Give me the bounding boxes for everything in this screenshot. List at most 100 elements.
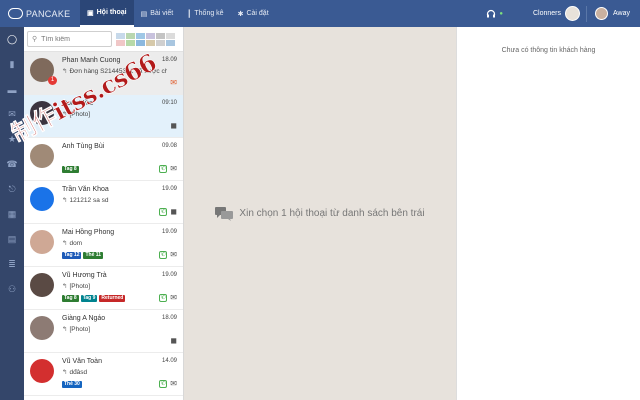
bookmark-icon[interactable]: ▮ — [0, 52, 24, 77]
tag-filter-swatch[interactable] — [156, 32, 165, 39]
contact-name: Vũ Hương Trà — [62, 272, 107, 279]
search-icon: ⚲ — [32, 36, 38, 43]
conversation-item[interactable]: Vũ Hương Trà 19.09 ↰ [Photo] Tag 8 Tag 9 Retur… — [24, 267, 183, 310]
conversation-item[interactable]: Giàng A Ngáo 18.09 ↰ [Photo] ◼ — [24, 310, 183, 353]
nav-posts[interactable]: ▤ Bài viết — [134, 0, 181, 27]
tag-filter-swatch[interactable] — [156, 39, 165, 46]
phone-icon: ✆ — [159, 250, 168, 259]
message-icons: ◼ — [170, 336, 177, 345]
nav-label: Cài đặt — [246, 10, 269, 17]
mail-icon: ✉ — [170, 379, 177, 388]
tag-filter-swatch[interactable] — [136, 32, 145, 39]
chat-icon: ▣ — [87, 9, 94, 17]
reply-icon: ↰ — [62, 197, 68, 204]
tag-filter-swatch[interactable] — [126, 32, 135, 39]
conversation-icon — [215, 206, 234, 221]
nav-settings[interactable]: ✱ Cài đặt — [231, 0, 276, 27]
conversation-tags: Tag 12 Thẻ 11 — [62, 252, 104, 259]
nav-statistics[interactable]: ┃ Thống kê — [180, 0, 230, 27]
message-icons: ✆ ✉ — [159, 293, 177, 302]
timestamp: 18.09 — [161, 57, 177, 63]
message-snippet: ↰ [Photo] — [62, 282, 167, 290]
reply-icon: ↰ — [62, 68, 68, 75]
conversation-item[interactable]: Vũ Văn Toàn 14.09 ↰ dđâsd Thẻ 30 ✆ ✉ — [24, 353, 183, 396]
snippet-text: [Photo] — [69, 283, 91, 290]
snippet-text: dom — [69, 240, 83, 247]
top-bar: PANCAKE ▣ Hội thoại ▤ Bài viết ┃ Thống k… — [0, 0, 640, 27]
circle-icon[interactable]: ◯ — [0, 27, 24, 52]
headset-icon[interactable] — [485, 8, 497, 20]
avatar — [30, 316, 54, 340]
reply-icon: ↰ — [62, 240, 68, 247]
empty-message: Xin chọn 1 hội thoại từ danh sách bên tr… — [239, 208, 425, 219]
contact-name: Vũ Văn Toàn — [62, 358, 102, 365]
divider — [586, 5, 587, 22]
no-customer-message: Chưa có thông tin khách hàng — [501, 47, 596, 54]
nav-conversations[interactable]: ▣ Hội thoại — [80, 0, 134, 27]
gear-icon: ✱ — [237, 10, 244, 18]
conversation-item[interactable]: Mai Hồng Phong 19.09 ↰ dom Tag 12 Thẻ 11 ✆ ✉ — [24, 224, 183, 267]
search-input[interactable] — [41, 35, 102, 43]
conversation-tags: Thẻ 30 — [62, 381, 82, 388]
tag-label: Thẻ 30 — [62, 381, 82, 388]
archive-icon[interactable]: ▤ — [0, 227, 24, 252]
message-icons: ✆ ◼ — [159, 207, 177, 216]
message-snippet: ↰ dom — [62, 239, 167, 247]
snippet-text: 121212 sa sd — [69, 197, 109, 204]
conversation-tags: Tag 8 Tag 9 Returned — [62, 295, 126, 302]
chat-icon: ◼ — [170, 336, 177, 345]
timestamp: 19.09 — [161, 229, 177, 235]
tag-filter-swatch[interactable] — [116, 39, 125, 46]
tag-filter-swatch[interactable] — [146, 32, 155, 39]
reply-icon: ↰ — [62, 369, 68, 376]
avatar — [30, 273, 54, 297]
search-row: ⚲ — [24, 27, 183, 52]
timestamp: 09.08 — [161, 143, 177, 149]
users-icon[interactable]: ⚇ — [0, 277, 24, 302]
main-nav: ▣ Hội thoại ▤ Bài viết ┃ Thống kê ✱ Cài … — [80, 0, 276, 27]
tag-label: Tag 12 — [62, 252, 82, 259]
timestamp: 09:10 — [161, 100, 177, 106]
chart-icon: ┃ — [187, 10, 192, 18]
message-icons: ✆ ✉ — [159, 164, 177, 173]
user-avatar[interactable] — [595, 7, 608, 20]
message-snippet: ↰ 121212 sa sd — [62, 196, 167, 204]
phone-icon: ✆ — [159, 207, 168, 216]
message-icons: ◼ — [170, 121, 177, 130]
calendar-icon[interactable]: ▦ — [0, 202, 24, 227]
tag-filter-swatch[interactable] — [126, 39, 135, 46]
tag-label: Tag 8 — [62, 295, 79, 302]
conversation-item[interactable]: Trần Văn Khoa 19.09 ↰ 121212 sa sd ✆ ◼ — [24, 181, 183, 224]
snippet-text: dđâsd — [69, 369, 88, 376]
page-avatar[interactable] — [565, 6, 580, 21]
phone-icon: ✆ — [159, 379, 168, 388]
tag-filter-swatch[interactable] — [146, 39, 155, 46]
message-snippet: ↰ [Photo] — [62, 325, 167, 333]
list-icon[interactable]: ≣ — [0, 252, 24, 277]
timestamp: 19.09 — [161, 186, 177, 192]
nav-label: Bài viết — [150, 10, 174, 17]
unread-badge: 1 — [48, 76, 57, 85]
brand-name: PANCAKE — [26, 8, 71, 19]
message-icons: ✉ — [170, 78, 177, 87]
tag-filter-swatch[interactable] — [166, 39, 175, 46]
top-right: ● Clonners Away — [485, 0, 640, 27]
snippet-text: [Photo] — [69, 326, 91, 333]
conversation-item[interactable]: Anh Tùng Bùi 09.08 Tag 8 ✆ ✉ — [24, 138, 183, 181]
brand-logo[interactable]: PANCAKE — [0, 0, 80, 27]
contact-name: Mai Hồng Phong — [62, 229, 115, 236]
tag-filter-swatch[interactable] — [166, 32, 175, 39]
conversation-tags: Tag 8 — [62, 166, 79, 173]
inbox-icon[interactable]: ▬ — [0, 77, 24, 102]
timestamp: 19.09 — [161, 272, 177, 278]
online-indicator-icon: ● — [499, 10, 503, 17]
exit-icon[interactable]: ⎋ — [0, 177, 24, 202]
mail-icon: ✉ — [170, 164, 177, 173]
user-status[interactable]: Away — [613, 10, 630, 17]
tag-filter-swatch[interactable] — [116, 32, 125, 39]
phone-icon[interactable]: ☎ — [0, 152, 24, 177]
phone-icon: ✆ — [159, 164, 168, 173]
message-icons: ✆ ✉ — [159, 379, 177, 388]
search-box[interactable]: ⚲ — [27, 31, 112, 47]
page-name[interactable]: Clonners — [533, 10, 561, 17]
